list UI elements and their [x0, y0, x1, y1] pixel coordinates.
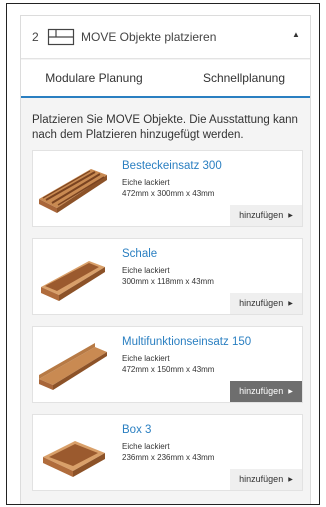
tab-underline — [21, 96, 310, 98]
product-card: Box 3 Eiche lackiert 236mm x 236mm x 43m… — [32, 414, 303, 491]
add-button-label: hinzufügen — [239, 386, 284, 396]
product-title[interactable]: Schale — [122, 248, 157, 260]
product-image — [35, 159, 111, 219]
caret-right-icon: ▶ — [288, 301, 293, 307]
tab-quick-planning[interactable]: Schnellplanung — [181, 60, 307, 97]
add-button[interactable]: hinzufügen ▶ — [230, 469, 302, 490]
add-button[interactable]: hinzufügen ▶ — [230, 205, 302, 226]
product-dimensions: 472mm x 150mm x 43mm — [122, 365, 215, 374]
product-title[interactable]: Box 3 — [122, 424, 151, 436]
add-button[interactable]: hinzufügen ▶ — [230, 293, 302, 314]
product-title[interactable]: Multifunktionseinsatz 150 — [122, 336, 251, 348]
caret-right-icon: ▶ — [288, 477, 293, 483]
add-button-label: hinzufügen — [239, 298, 284, 308]
caret-right-icon: ▶ — [288, 389, 293, 395]
add-button-label: hinzufügen — [239, 210, 284, 220]
product-dimensions: 472mm x 300mm x 43mm — [122, 189, 215, 198]
caret-right-icon: ▶ — [288, 213, 293, 219]
section-header[interactable]: 2 MOVE Objekte platzieren ▲ — [21, 16, 310, 59]
step-number: 2 — [32, 30, 39, 44]
add-button[interactable]: hinzufügen ▶ — [230, 381, 302, 402]
product-dimensions: 236mm x 236mm x 43mm — [122, 453, 215, 462]
section-title: MOVE Objekte platzieren — [81, 30, 217, 44]
intro-text: Platzieren Sie MOVE Objekte. Die Ausstat… — [32, 114, 298, 141]
move-objects-panel: 2 MOVE Objekte platzieren ▲ Modulare Pla… — [20, 15, 311, 504]
product-finish: Eiche lackiert — [122, 178, 170, 187]
product-finish: Eiche lackiert — [122, 266, 170, 275]
product-image — [35, 335, 111, 395]
module-tray-icon — [47, 28, 75, 51]
caret-up-icon[interactable]: ▲ — [292, 30, 300, 39]
add-button-label: hinzufügen — [239, 474, 284, 484]
product-image — [35, 247, 111, 307]
product-finish: Eiche lackiert — [122, 442, 170, 451]
product-finish: Eiche lackiert — [122, 354, 170, 363]
product-dimensions: 300mm x 118mm x 43mm — [122, 277, 214, 286]
product-card: Multifunktionseinsatz 150 Eiche lackiert… — [32, 326, 303, 403]
tab-modular-planning[interactable]: Modulare Planung — [31, 60, 157, 97]
app-frame: 2 MOVE Objekte platzieren ▲ Modulare Pla… — [6, 3, 320, 505]
planning-tabs: Modulare Planung Schnellplanung — [21, 60, 310, 98]
product-title[interactable]: Besteckeinsatz 300 — [122, 160, 222, 172]
product-image — [35, 423, 111, 483]
product-card: Schale Eiche lackiert 300mm x 118mm x 43… — [32, 238, 303, 315]
product-card: Besteckeinsatz 300 Eiche lackiert 472mm … — [32, 150, 303, 227]
